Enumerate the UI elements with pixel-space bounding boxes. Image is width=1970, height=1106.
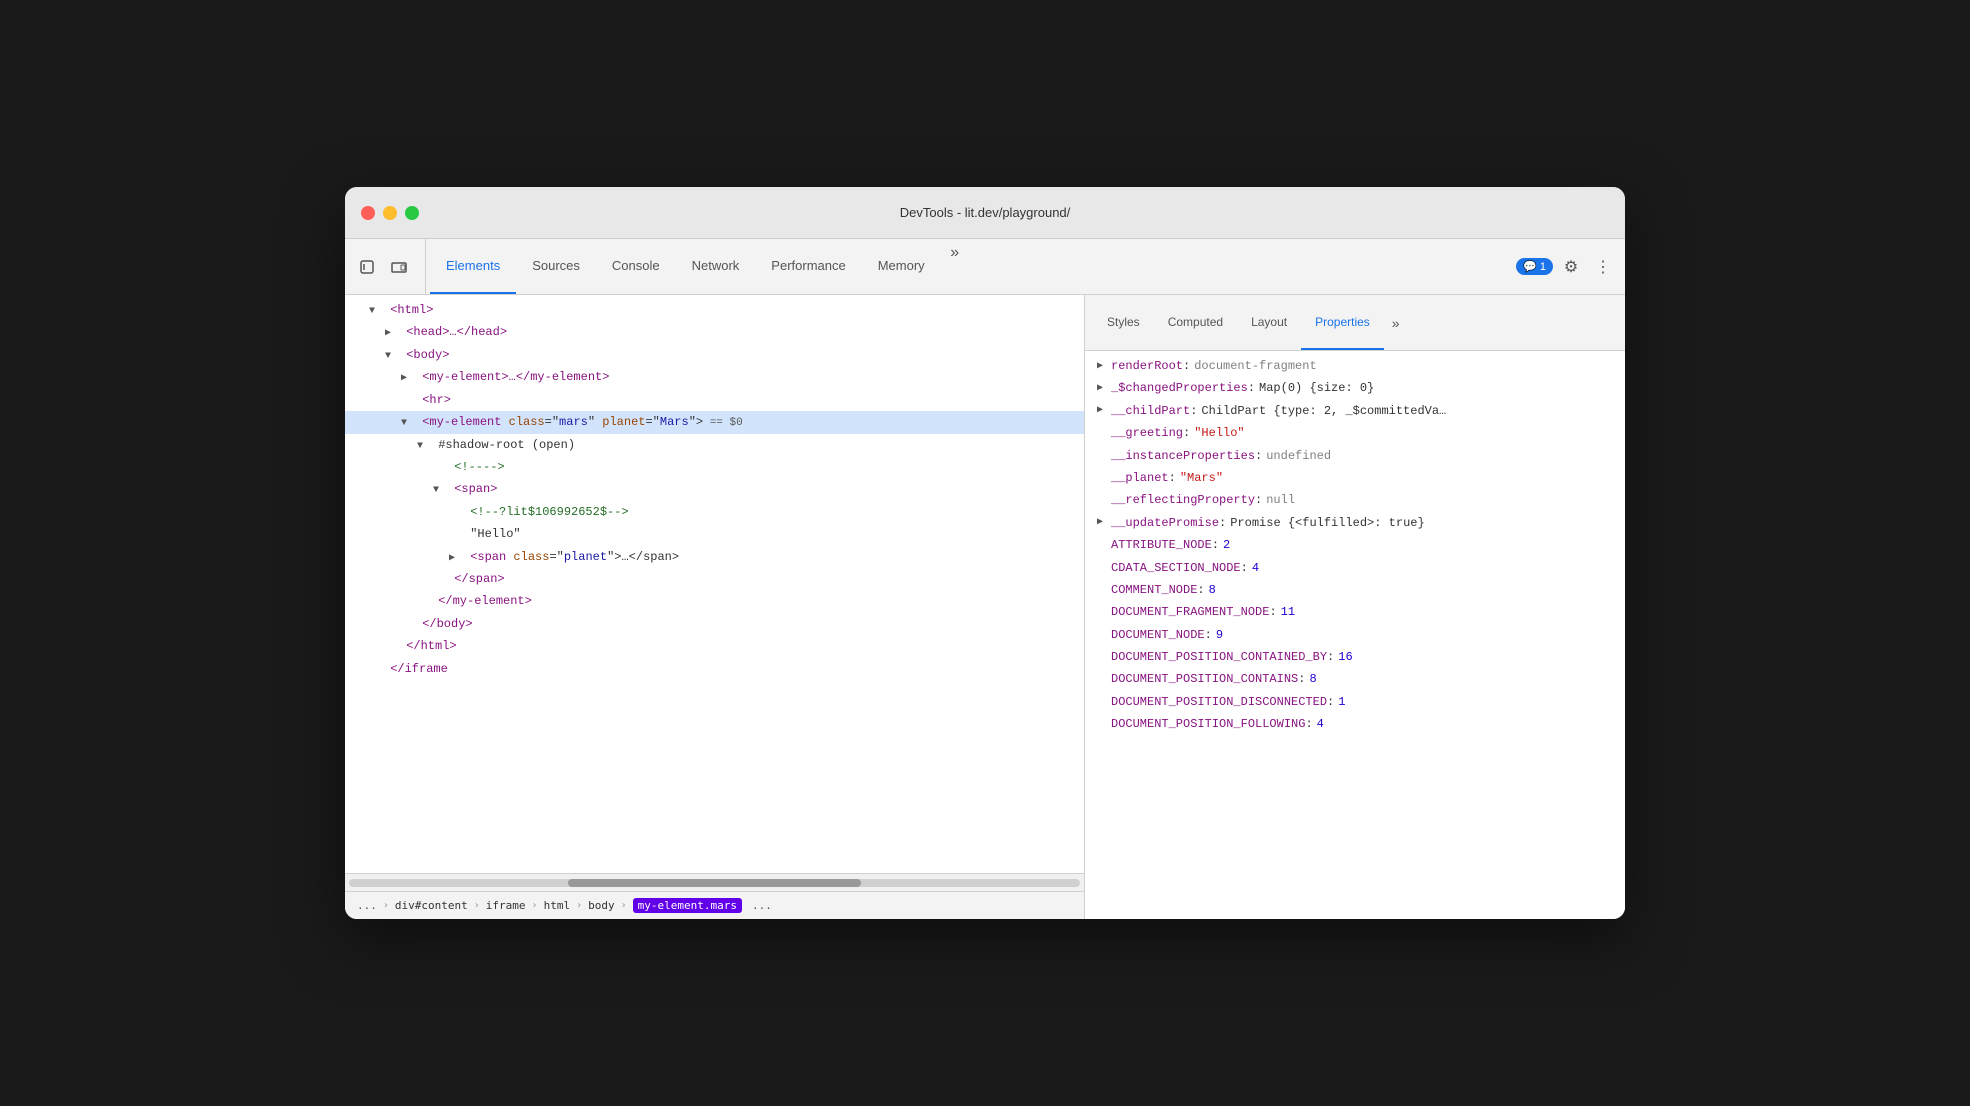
prop-updatePromise-triangle[interactable]: ▶ xyxy=(1097,514,1111,531)
prop-greeting[interactable]: ▶ __greeting : "Hello" xyxy=(1085,422,1625,444)
breadcrumb-active[interactable]: my-element.mars xyxy=(633,898,742,913)
html-close-node[interactable]: </html> xyxy=(345,635,1084,657)
main-content: <html> <head>…</head> <body> <my-element… xyxy=(345,295,1625,919)
shadow-root-triangle[interactable] xyxy=(417,438,431,455)
span-planet-triangle[interactable] xyxy=(449,550,463,567)
breadcrumb-body[interactable]: body xyxy=(588,899,615,912)
prop-instanceProperties[interactable]: ▶ __instanceProperties : undefined xyxy=(1085,445,1625,467)
dom-scrollbar[interactable] xyxy=(345,873,1084,891)
my-element-1-triangle[interactable] xyxy=(401,370,415,387)
window-title: DevTools - lit.dev/playground/ xyxy=(900,205,1071,220)
tab-memory[interactable]: Memory xyxy=(862,239,941,294)
breadcrumb-trailing-dots[interactable]: ... xyxy=(748,899,772,912)
prop-changedProperties[interactable]: ▶ _$changedProperties : Map(0) {size: 0} xyxy=(1085,377,1625,399)
hello-text-node[interactable]: "Hello" xyxy=(345,523,1084,545)
hr-node[interactable]: <hr> xyxy=(345,389,1084,411)
my-element-close-node[interactable]: </my-element> xyxy=(345,590,1084,612)
properties-content[interactable]: ▶ renderRoot : document-fragment ▶ _$cha… xyxy=(1085,351,1625,919)
prop-DOCUMENT_POSITION_DISCONNECTED[interactable]: ▶ DOCUMENT_POSITION_DISCONNECTED : 1 xyxy=(1085,691,1625,713)
main-tabs-list: Elements Sources Console Network Perform… xyxy=(430,239,1508,294)
responsive-icon[interactable] xyxy=(385,253,413,281)
prop-renderRoot[interactable]: ▶ renderRoot : document-fragment xyxy=(1085,355,1625,377)
prop-renderRoot-triangle[interactable]: ▶ xyxy=(1097,358,1111,375)
head-triangle[interactable] xyxy=(385,325,399,342)
cursor-icon[interactable] xyxy=(353,253,381,281)
settings-button[interactable]: ⚙ xyxy=(1557,253,1585,281)
my-element-1-node[interactable]: <my-element>…</my-element> xyxy=(345,366,1084,388)
prop-DOCUMENT_POSITION_CONTAINED_BY[interactable]: ▶ DOCUMENT_POSITION_CONTAINED_BY : 16 xyxy=(1085,646,1625,668)
span-triangle[interactable] xyxy=(433,482,447,499)
scrollbar-thumb[interactable] xyxy=(568,879,860,887)
prop-changedProperties-triangle[interactable]: ▶ xyxy=(1097,380,1111,397)
chat-badge[interactable]: 💬 1 xyxy=(1516,258,1553,275)
prop-childPart[interactable]: ▶ __childPart : ChildPart {type: 2, _$co… xyxy=(1085,400,1625,422)
prop-DOCUMENT_NODE[interactable]: ▶ DOCUMENT_NODE : 9 xyxy=(1085,624,1625,646)
scrollbar-track[interactable] xyxy=(349,879,1080,887)
properties-panel: Styles Computed Layout Properties » xyxy=(1085,295,1625,919)
html-node[interactable]: <html> xyxy=(345,299,1084,321)
span-close-node[interactable]: </span> xyxy=(345,568,1084,590)
prop-COMMENT_NODE[interactable]: ▶ COMMENT_NODE : 8 xyxy=(1085,579,1625,601)
panel-tabs: Styles Computed Layout Properties » xyxy=(1085,295,1625,351)
maximize-button[interactable] xyxy=(405,206,419,220)
breadcrumb-html[interactable]: html xyxy=(544,899,571,912)
prop-updatePromise[interactable]: ▶ __updatePromise : Promise {<fulfilled>… xyxy=(1085,512,1625,534)
tool-icons xyxy=(353,239,426,294)
prop-planet[interactable]: ▶ __planet : "Mars" xyxy=(1085,467,1625,489)
breadcrumb-iframe[interactable]: iframe xyxy=(486,899,526,912)
body-triangle[interactable] xyxy=(385,348,399,365)
my-element-2-triangle[interactable] xyxy=(401,415,415,432)
tab-elements[interactable]: Elements xyxy=(430,239,516,294)
devtools-window: DevTools - lit.dev/playground/ xyxy=(345,187,1625,919)
tab-properties[interactable]: Properties xyxy=(1301,295,1384,350)
more-tabs-button[interactable]: » xyxy=(941,239,969,267)
minimize-button[interactable] xyxy=(383,206,397,220)
body-close-node[interactable]: </body> xyxy=(345,613,1084,635)
traffic-lights xyxy=(361,206,419,220)
span-planet-node[interactable]: <span class="planet">…</span> xyxy=(345,546,1084,568)
body-node[interactable]: <body> xyxy=(345,344,1084,366)
tab-computed[interactable]: Computed xyxy=(1154,295,1237,350)
tab-network[interactable]: Network xyxy=(676,239,756,294)
comment-2-node[interactable]: <!--?lit$106992652$--> xyxy=(345,501,1084,523)
tab-sources[interactable]: Sources xyxy=(516,239,596,294)
prop-ATTRIBUTE_NODE[interactable]: ▶ ATTRIBUTE_NODE : 2 xyxy=(1085,534,1625,556)
breadcrumb-dots[interactable]: ... xyxy=(357,899,377,912)
prop-DOCUMENT_POSITION_FOLLOWING[interactable]: ▶ DOCUMENT_POSITION_FOLLOWING : 4 xyxy=(1085,713,1625,735)
my-element-selected-node[interactable]: <my-element class="mars" planet="Mars"> … xyxy=(345,411,1084,434)
tab-console[interactable]: Console xyxy=(596,239,676,294)
breadcrumb-bar: ... › div#content › iframe › html › body… xyxy=(345,891,1084,919)
tab-performance[interactable]: Performance xyxy=(755,239,861,294)
devtools-panel: Elements Sources Console Network Perform… xyxy=(345,239,1625,919)
comment-1-node[interactable]: <!----> xyxy=(345,456,1084,478)
close-button[interactable] xyxy=(361,206,375,220)
shadow-root-node[interactable]: #shadow-root (open) xyxy=(345,434,1084,456)
three-dots-button[interactable]: ⋮ xyxy=(1589,253,1617,281)
iframe-partial-node[interactable]: </iframe xyxy=(345,658,1084,680)
prop-childPart-triangle[interactable]: ▶ xyxy=(1097,402,1111,419)
breadcrumb-div[interactable]: div#content xyxy=(395,899,468,912)
head-node[interactable]: <head>…</head> xyxy=(345,321,1084,343)
panel-more-button[interactable]: » xyxy=(1384,295,1408,350)
span-node[interactable]: <span> xyxy=(345,478,1084,500)
prop-CDATA_SECTION_NODE[interactable]: ▶ CDATA_SECTION_NODE : 4 xyxy=(1085,557,1625,579)
tab-styles[interactable]: Styles xyxy=(1093,295,1154,350)
titlebar: DevTools - lit.dev/playground/ xyxy=(345,187,1625,239)
prop-reflectingProperty[interactable]: ▶ __reflectingProperty : null xyxy=(1085,489,1625,511)
tab-layout[interactable]: Layout xyxy=(1237,295,1301,350)
main-tabs-bar: Elements Sources Console Network Perform… xyxy=(345,239,1625,295)
prop-DOCUMENT_POSITION_CONTAINS[interactable]: ▶ DOCUMENT_POSITION_CONTAINS : 8 xyxy=(1085,668,1625,690)
dom-tree[interactable]: <html> <head>…</head> <body> <my-element… xyxy=(345,295,1084,873)
dom-panel: <html> <head>…</head> <body> <my-element… xyxy=(345,295,1085,919)
tabs-right-actions: 💬 1 ⚙ ⋮ xyxy=(1508,239,1617,294)
prop-DOCUMENT_FRAGMENT_NODE[interactable]: ▶ DOCUMENT_FRAGMENT_NODE : 11 xyxy=(1085,601,1625,623)
html-triangle[interactable] xyxy=(369,303,383,320)
